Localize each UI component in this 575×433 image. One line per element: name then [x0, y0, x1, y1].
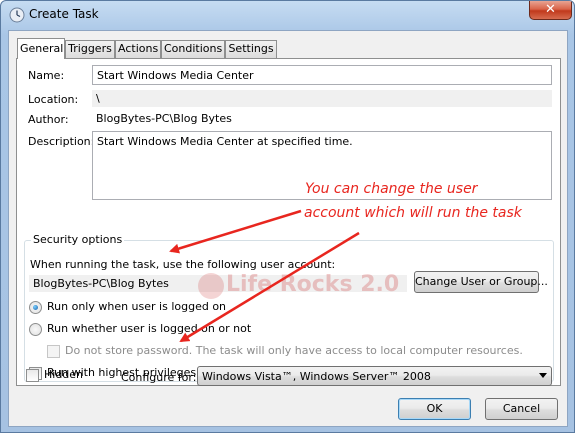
- tab-label: General: [20, 42, 64, 55]
- hidden-label: Hidden: [44, 368, 84, 381]
- tab-actions[interactable]: Actions: [115, 40, 161, 58]
- security-options-title: Security options: [31, 233, 125, 246]
- tab-triggers[interactable]: Triggers: [65, 40, 115, 58]
- general-panel: Name: Start Windows Media Center Locatio…: [16, 58, 561, 386]
- tab-label: Actions: [118, 42, 159, 55]
- tab-conditions[interactable]: Conditions: [161, 40, 225, 58]
- do-not-store-password-label: Do not store password. The task will onl…: [65, 344, 523, 357]
- task-scheduler-icon: [9, 7, 25, 23]
- security-options-group: Security options When running the task, …: [24, 233, 554, 382]
- account-prompt: When running the task, use the following…: [30, 258, 336, 271]
- create-task-window: Create Task ✕ General Triggers Actions C…: [0, 0, 575, 433]
- dialog-client: General Triggers Actions Conditions Sett…: [8, 30, 568, 427]
- cancel-button[interactable]: Cancel: [485, 398, 558, 420]
- chevron-down-icon: [539, 373, 547, 378]
- tab-label: Settings: [228, 42, 274, 55]
- location-label: Location:: [28, 93, 79, 106]
- tab-settings[interactable]: Settings: [225, 40, 277, 58]
- author-label: Author:: [28, 113, 69, 126]
- configure-for-value: Windows Vista™, Windows Server™ 2008: [202, 370, 431, 383]
- name-label: Name:: [28, 69, 65, 82]
- run-only-logged-on-radio[interactable]: [29, 301, 42, 314]
- tab-label: Triggers: [68, 42, 112, 55]
- configure-for-label: Configure for:: [121, 371, 197, 384]
- ok-button[interactable]: OK: [398, 398, 471, 420]
- tab-general[interactable]: General: [17, 38, 65, 59]
- location-value: \: [92, 90, 552, 107]
- title-bar[interactable]: Create Task ✕: [1, 1, 574, 29]
- name-input[interactable]: Start Windows Media Center: [92, 65, 552, 85]
- window-title: Create Task: [29, 7, 99, 21]
- close-icon: ✕: [545, 2, 556, 17]
- close-button[interactable]: ✕: [529, 1, 572, 20]
- run-whether-logged-on-label: Run whether user is logged on or not: [47, 322, 252, 335]
- run-whether-logged-on-radio[interactable]: [29, 323, 42, 336]
- do-not-store-password-checkbox[interactable]: [47, 345, 60, 358]
- configure-for-dropdown[interactable]: Windows Vista™, Windows Server™ 2008: [197, 366, 552, 386]
- run-only-logged-on-label: Run only when user is logged on: [47, 300, 227, 313]
- description-label: Description:: [28, 135, 95, 148]
- watermark-logo-icon: [198, 273, 224, 299]
- annotation-line-2: account which will run the task: [304, 205, 522, 221]
- watermark-text: Life Rocks 2.0: [226, 272, 400, 297]
- hidden-checkbox[interactable]: [26, 369, 39, 382]
- change-user-group-button[interactable]: Change User or Group...: [414, 271, 548, 293]
- tab-label: Conditions: [164, 42, 223, 55]
- annotation-line-1: You can change the user: [305, 181, 478, 197]
- author-value: BlogBytes-PC\Blog Bytes: [92, 110, 552, 127]
